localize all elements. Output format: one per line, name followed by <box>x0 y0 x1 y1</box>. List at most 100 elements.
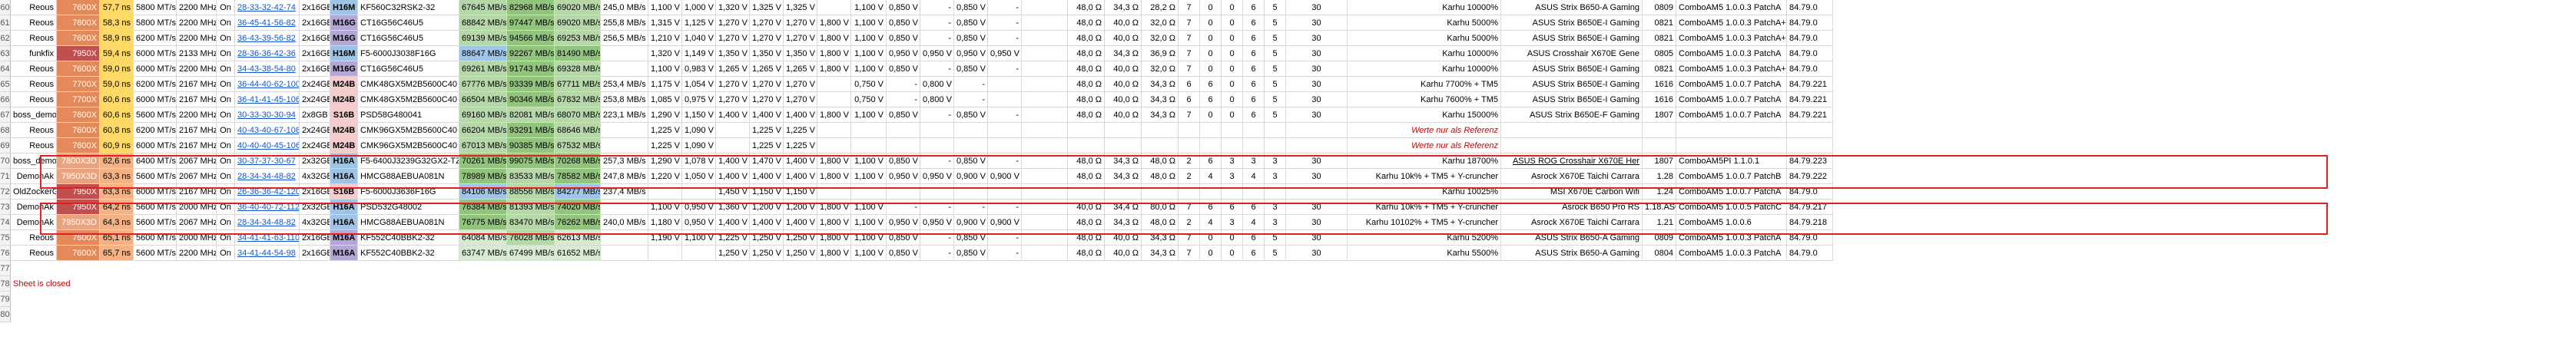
cell-v12 <box>1022 46 1068 61</box>
cell-o3: 34,3 Ω <box>1142 230 1179 246</box>
cell-on: On <box>217 0 235 15</box>
cell-cfg: 2x24GB <box>300 92 330 107</box>
cell-agesa: ComboAM5 1.0.0.7 PatchA <box>1676 107 1787 123</box>
cell-name: DemonAk <box>11 169 57 184</box>
cell-v1: 1,100 V <box>648 200 682 215</box>
cell-test: Karhu 10000% <box>1348 61 1501 77</box>
cell-v2: 1,090 V <box>682 123 716 138</box>
cell-cfg: 2x16GB <box>300 46 330 61</box>
cell-aida: 256,5 MB/s <box>601 31 648 46</box>
cell-v2: 1,100 V <box>682 230 716 246</box>
cell-timings[interactable]: 34-41-44-54-98 <box>235 246 300 261</box>
cell-timings[interactable]: 34-43-38-54-80 <box>235 61 300 77</box>
cell-bios: 0821 <box>1643 61 1676 77</box>
cell-v8 <box>887 123 920 138</box>
cell-s2: 6 <box>1200 92 1222 107</box>
cell-cpu: 7950X <box>57 46 100 61</box>
cell-v9: - <box>920 107 954 123</box>
cell-test: Karhu 10k% + TM5 + Y-cruncher <box>1348 169 1501 184</box>
cell-s6 <box>1286 184 1348 200</box>
cell-timings[interactable]: 36-44-40-62-100 <box>235 77 300 92</box>
cell-ver <box>1787 123 1833 138</box>
cell-n: 63 <box>0 46 11 61</box>
cell-o1: 48,0 Ω <box>1068 61 1105 77</box>
cell-timings[interactable]: 36-45-41-56-82 <box>235 15 300 31</box>
cell-v7: 1,100 V <box>851 15 887 31</box>
cell-agesa: ComboAM5 1.0.0.3 PatchA <box>1676 246 1787 261</box>
row-79: 79 <box>0 292 2576 307</box>
cell-o3: 28,2 Ω <box>1142 0 1179 15</box>
cell-o1: 48,0 Ω <box>1068 107 1105 123</box>
cell-cfg: 2x16GB <box>300 31 330 46</box>
cell-v3: 1,270 V <box>716 92 750 107</box>
cell-c: 68646 MB/s <box>555 123 601 138</box>
cell-v8: - <box>887 77 920 92</box>
cell-o2: 34,3 Ω <box>1105 46 1142 61</box>
cell-s1: 7 <box>1179 230 1200 246</box>
cell-timings[interactable]: 28-34-34-48-82 <box>235 169 300 184</box>
cell-ver: 84.79.0 <box>1787 15 1833 31</box>
cell-v4: 1,270 V <box>750 31 784 46</box>
cell-timings[interactable]: 26-36-36-42-120 <box>235 184 300 200</box>
cell-timings[interactable]: 40-40-40-45-106 <box>235 138 300 153</box>
cell-v9: 0,800 V <box>920 77 954 92</box>
cell-w: 90385 MB/s <box>507 138 555 153</box>
cell-fclk: 2067 MHz <box>177 153 217 169</box>
cell-o2 <box>1105 184 1142 200</box>
cell-timings[interactable]: 30-33-30-30-94 <box>235 107 300 123</box>
cell-board: ASUS ROG Crosshair X670E Her <box>1501 153 1643 169</box>
cell-ic: H16A <box>330 153 358 169</box>
cell-n: 64 <box>0 61 11 77</box>
cell-board <box>1501 138 1643 153</box>
cell-bios: 1.24 <box>1643 184 1676 200</box>
cell-part: CT16G56C46U5 <box>358 15 459 31</box>
cell-ic: H16A <box>330 215 358 230</box>
cell-timings[interactable]: 28-33-32-42-74 <box>235 0 300 15</box>
cell-part: PSD58G480041 <box>358 107 459 123</box>
cell-n: 75 <box>0 230 11 246</box>
cell-s3: 0 <box>1222 0 1243 15</box>
row-header: 80 <box>0 307 11 322</box>
cell-s6 <box>1286 138 1348 153</box>
cell-v8: 0,850 V <box>887 107 920 123</box>
cell-timings[interactable]: 36-41-41-45-106 <box>235 92 300 107</box>
cell-mts: 6200 MT/s <box>134 31 177 46</box>
cell-bios: 0821 <box>1643 31 1676 46</box>
cell-timings[interactable]: 36-40-40-72-112 <box>235 200 300 215</box>
cell-timings[interactable]: 28-34-34-48-82 <box>235 215 300 230</box>
cell-cfg: 2x16GB <box>300 246 330 261</box>
cell-o1: 48,0 Ω <box>1068 246 1105 261</box>
cell-timings[interactable]: 36-43-39-56-82 <box>235 31 300 46</box>
cell-o2 <box>1105 123 1142 138</box>
cell-s6: 30 <box>1286 230 1348 246</box>
cell-v8: 0,950 V <box>887 169 920 184</box>
cell-v10: 0,850 V <box>954 153 988 169</box>
cell-v3: 1,400 V <box>716 169 750 184</box>
cell-s1 <box>1179 138 1200 153</box>
cell-v11 <box>988 77 1022 92</box>
cell-s5 <box>1265 184 1286 200</box>
cell-s5: 3 <box>1265 215 1286 230</box>
cell-v5: 1,270 V <box>784 92 817 107</box>
cell-v8: 0,850 V <box>887 31 920 46</box>
cell-v6: 1,800 V <box>817 200 851 215</box>
cell-o3: 34,3 Ω <box>1142 77 1179 92</box>
cell-cpu: 7600X <box>57 61 100 77</box>
cell-o1: 48,0 Ω <box>1068 0 1105 15</box>
cell-timings[interactable]: 34-41-41-63-110 <box>235 230 300 246</box>
cell-v7: 1,100 V <box>851 31 887 46</box>
cell-v7: 1,100 V <box>851 61 887 77</box>
cell-s4: 6 <box>1243 107 1265 123</box>
cell-cpu: 7800X3D <box>57 153 100 169</box>
cell-timings[interactable]: 30-37-37-30-67 <box>235 153 300 169</box>
cell-s3 <box>1222 184 1243 200</box>
cell-timings[interactable]: 28-36-36-42-36 <box>235 46 300 61</box>
cell-lat: 60,6 ns <box>100 107 134 123</box>
cell-ver: 84.79.0 <box>1787 184 1833 200</box>
cell-cpu: 7950X <box>57 184 100 200</box>
cell-v2: 0,983 V <box>682 61 716 77</box>
cell-v5: 1,265 V <box>784 61 817 77</box>
cell-timings[interactable]: 40-43-40-67-108 <box>235 123 300 138</box>
cell-s2: 0 <box>1200 0 1222 15</box>
cell-v12 <box>1022 77 1068 92</box>
